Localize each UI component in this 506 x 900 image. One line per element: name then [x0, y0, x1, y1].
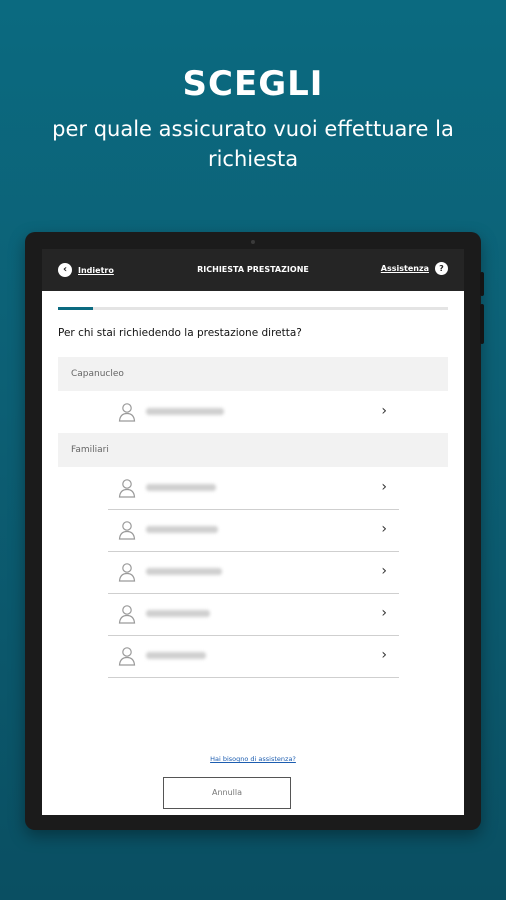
list-item[interactable]: ›	[108, 635, 399, 678]
tablet-side-button	[480, 272, 484, 296]
help-link[interactable]: Hai bisogno di assistenza?	[42, 755, 464, 763]
progress-bar	[58, 307, 448, 310]
chevron-right-icon: ›	[381, 605, 387, 621]
blurred-name	[146, 408, 224, 415]
blurred-name	[146, 610, 210, 617]
chevron-right-icon: ›	[381, 403, 387, 419]
section-header-capanucleo: Capanucleo	[58, 357, 448, 391]
chevron-right-icon: ›	[381, 647, 387, 663]
blurred-name	[146, 484, 216, 491]
tablet-frame: ‹ Indietro RICHIESTA PRESTAZIONE Assiste…	[25, 232, 484, 830]
chevron-right-icon: ›	[381, 563, 387, 579]
chevron-right-icon: ›	[381, 521, 387, 537]
assistance-label: Assistenza	[380, 264, 429, 273]
blurred-name	[146, 652, 206, 659]
person-icon	[118, 521, 136, 540]
person-icon	[118, 647, 136, 666]
person-icon	[118, 605, 136, 624]
app-screen: ‹ Indietro RICHIESTA PRESTAZIONE Assiste…	[42, 249, 464, 815]
blurred-name	[146, 568, 222, 575]
list-item[interactable]: ›	[108, 593, 399, 636]
list-item[interactable]: ›	[108, 391, 399, 433]
assistance-button[interactable]: Assistenza ?	[381, 262, 448, 275]
tablet-side-button	[480, 304, 484, 344]
list-item[interactable]: ›	[108, 509, 399, 552]
section-header-familiari: Familiari	[58, 433, 448, 467]
progress-fill	[58, 307, 94, 310]
app-header: ‹ Indietro RICHIESTA PRESTAZIONE Assiste…	[42, 249, 464, 291]
person-icon	[118, 403, 136, 422]
question-text: Per chi stai richiedendo la prestazione …	[58, 327, 302, 339]
cancel-button[interactable]: Annulla	[163, 777, 291, 809]
promo-subtitle: per quale assicurato vuoi effettuare la …	[52, 117, 454, 171]
chat-help-icon: ?	[435, 262, 448, 275]
list-item[interactable]: ›	[108, 467, 399, 510]
camera-dot	[251, 240, 255, 244]
person-icon	[118, 479, 136, 498]
blurred-name	[146, 526, 218, 533]
person-icon	[118, 563, 136, 582]
promo-title: SCEGLI	[182, 64, 324, 104]
chevron-right-icon: ›	[381, 479, 387, 495]
list-item[interactable]: ›	[108, 551, 399, 594]
